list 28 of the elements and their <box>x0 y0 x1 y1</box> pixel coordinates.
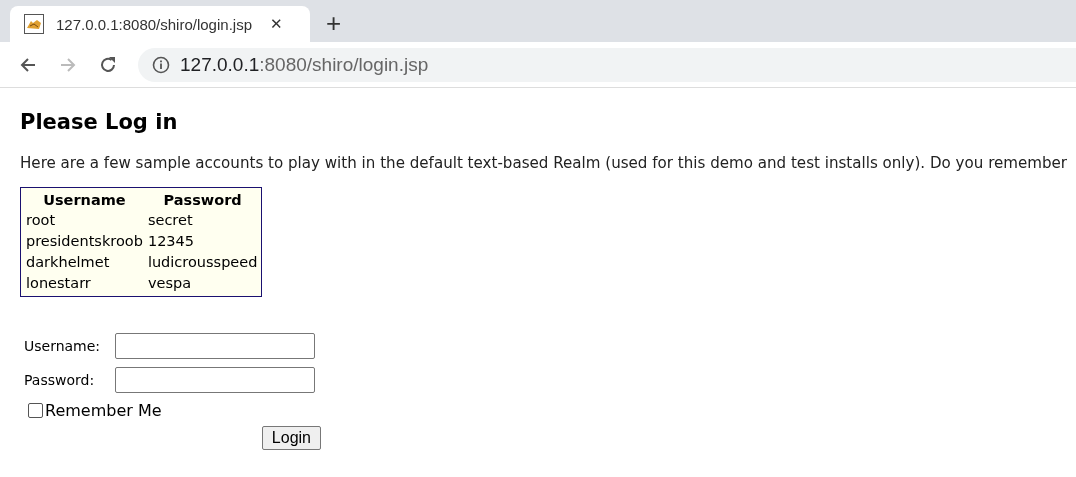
intro-text: Here are a few sample accounts to play with in the default text-based Realm (used for this demo and test installs only). Do you remember <box>20 154 1068 172</box>
input-field[interactable] <box>115 367 315 393</box>
browser-tab[interactable]: 127.0.0.1:8080/shiro/login.jsp ✕ <box>10 6 310 42</box>
url-path: :8080/shiro/login.jsp <box>259 53 429 75</box>
table-cell-text: lonestarr <box>25 274 92 293</box>
tab-title: 127.0.0.1:8080/shiro/login.jsp <box>56 15 252 33</box>
input-field[interactable] <box>115 333 315 359</box>
table-cell-text: presidentskroob <box>25 232 144 251</box>
reload-icon[interactable] <box>98 54 118 75</box>
url-host: 127.0.0.1 <box>180 53 260 75</box>
close-icon[interactable]: ✕ <box>270 15 283 33</box>
table-cell-text: ludicrousspeed <box>146 253 259 272</box>
table-cell-text: darkhelmet <box>25 253 111 272</box>
page-heading: Please Log in <box>20 110 179 134</box>
table-cell-text: secret <box>146 211 194 230</box>
address-bar[interactable]: 127.0.0.1:8080/shiro/login.jsp <box>138 47 1076 82</box>
field-label: Password: <box>24 372 96 388</box>
info-icon <box>152 55 170 74</box>
checkbox-label: Remember Me <box>45 401 162 420</box>
field-label: Username: <box>24 338 102 354</box>
new-tab-button[interactable]: + <box>326 10 342 36</box>
table-cell-text: vespa <box>146 274 193 293</box>
column-header: Username <box>42 191 127 210</box>
column-header: Password <box>162 191 243 210</box>
checkbox[interactable] <box>28 403 43 418</box>
login-button[interactable]: Login <box>261 426 321 450</box>
table-cell-text: 12345 <box>146 232 196 251</box>
table-cell-text: root <box>25 211 57 230</box>
